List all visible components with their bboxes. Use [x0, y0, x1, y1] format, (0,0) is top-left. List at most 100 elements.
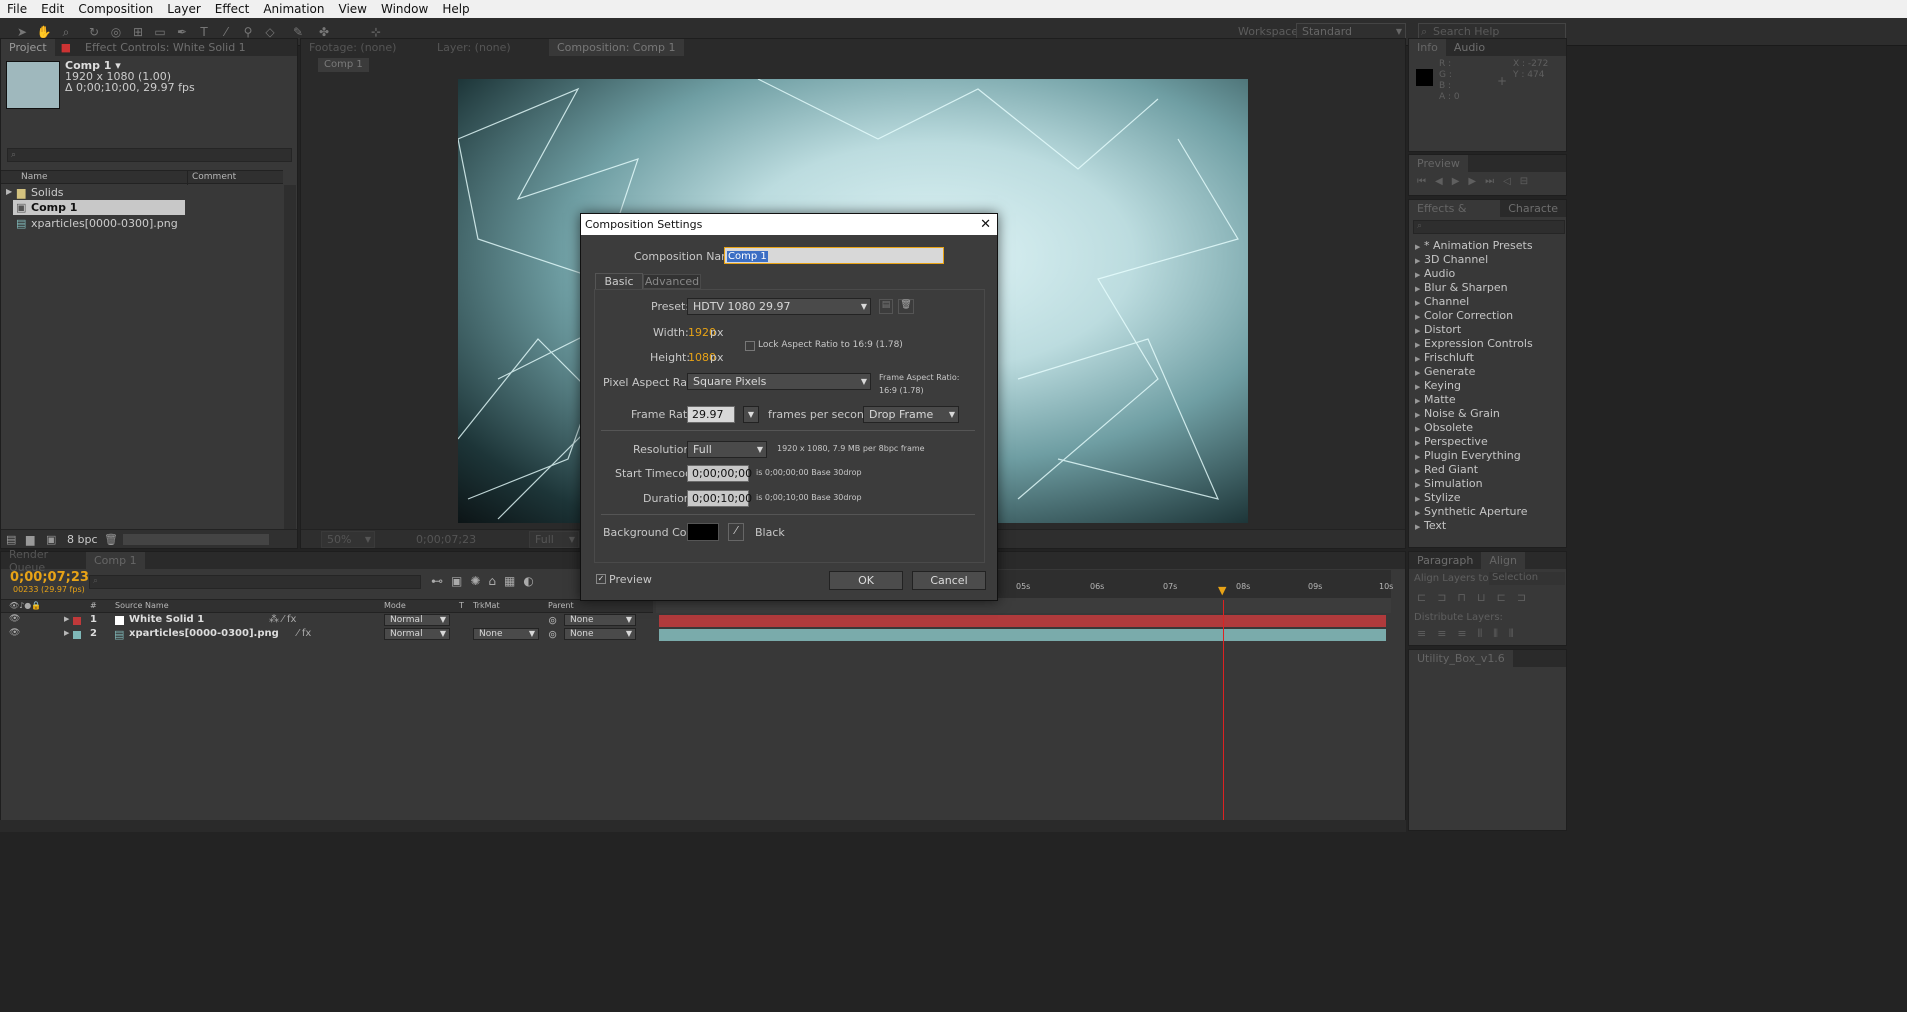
playback-controls[interactable]: ⏮◀▶▶⏭◁⊟	[1417, 176, 1537, 187]
ok-button[interactable]: OK	[829, 571, 903, 590]
pickwhip-icon[interactable]: ⊚	[548, 614, 557, 627]
menu-effect[interactable]: Effect	[208, 2, 257, 16]
menu-layer[interactable]: Layer	[160, 2, 207, 16]
layer-name[interactable]: White Solid 1	[129, 614, 204, 625]
current-timecode[interactable]: 0;00;07;23	[10, 570, 89, 585]
blend-mode-select[interactable]: Normal ▼	[384, 628, 450, 640]
tab-preview[interactable]: Preview	[1409, 155, 1468, 172]
align-to-select[interactable]: Selection	[1489, 572, 1565, 585]
menu-composition[interactable]: Composition	[71, 2, 160, 16]
playhead-icon[interactable]: ▼	[1218, 584, 1226, 597]
col-t[interactable]: T	[459, 601, 464, 610]
zoom-select[interactable]: 50% ▼	[321, 531, 375, 548]
menu-animation[interactable]: Animation	[256, 2, 331, 16]
timeline-search-input[interactable]: ⌕	[89, 575, 421, 589]
save-preset-icon[interactable]: ▤	[879, 299, 893, 314]
start-timecode-input[interactable]: 0;00;00;00	[687, 465, 752, 482]
col-source-name[interactable]: Source Name	[115, 601, 169, 610]
tab-basic[interactable]: Basic	[595, 273, 643, 289]
effect-category[interactable]: ▶ Simulation	[1409, 477, 1566, 491]
layer-switches[interactable]: ⁂ ⁄ fx	[269, 614, 296, 625]
layer-row-2[interactable]: 👁 ▶ 2 ▤ xparticles[0000-0300].png ⁄ fx N…	[1, 628, 653, 642]
close-icon[interactable]: ✕	[980, 214, 991, 235]
effect-category[interactable]: ▶ Red Giant	[1409, 463, 1566, 477]
visibility-icon[interactable]: 👁	[9, 628, 20, 638]
eyedropper-icon[interactable]: ⁄	[728, 523, 744, 541]
frame-rate-dropdown[interactable]: ▼	[743, 406, 759, 423]
tab-effect-controls[interactable]: Effect Controls: White Solid 1	[77, 41, 254, 54]
menu-view[interactable]: View	[332, 2, 374, 16]
effect-category[interactable]: ▶ Matte	[1409, 393, 1566, 407]
tab-character[interactable]: Characte	[1500, 202, 1566, 215]
effect-category[interactable]: ▶ Blur & Sharpen	[1409, 281, 1566, 295]
align-buttons[interactable]: ⊏⊐⊓⊔⊏⊐	[1417, 591, 1537, 604]
col-parent[interactable]: Parent	[548, 601, 574, 610]
drop-frame-select[interactable]: Drop Frame ▼	[863, 406, 959, 423]
parent-select[interactable]: None ▼	[564, 614, 636, 626]
project-search-input[interactable]: ⌕	[7, 148, 292, 162]
project-item-xparticles[interactable]: ▤ xparticles[0000-0300].png	[13, 216, 285, 231]
project-scrollbar[interactable]	[284, 185, 296, 529]
layer-label-color[interactable]	[73, 631, 81, 639]
duration-input[interactable]: 0;00;10;00	[687, 490, 752, 507]
distribute-buttons[interactable]: ≡≡≡⫴⫴⫴	[1417, 627, 1525, 641]
trkmat-select[interactable]: None ▼	[473, 628, 539, 640]
lock-aspect-checkbox[interactable]	[745, 341, 755, 351]
effect-category[interactable]: ▶ Channel	[1409, 295, 1566, 309]
tab-info[interactable]: Info	[1409, 39, 1446, 56]
preset-select[interactable]: HDTV 1080 29.97 ▼	[687, 298, 871, 315]
effect-category[interactable]: ▶ Perspective	[1409, 435, 1566, 449]
bg-color-swatch[interactable]	[687, 523, 719, 541]
par-select[interactable]: Square Pixels ▼	[687, 373, 871, 390]
project-item-solids[interactable]: ▶ ▆ Solids	[1, 185, 283, 200]
parent-select[interactable]: None ▼	[564, 628, 636, 640]
effect-category[interactable]: ▶ Noise & Grain	[1409, 407, 1566, 421]
pickwhip-icon[interactable]: ⊚	[548, 628, 557, 641]
preview-checkbox[interactable]: ✓	[596, 574, 606, 584]
effect-category[interactable]: ▶ * Animation Presets	[1409, 239, 1566, 253]
menu-window[interactable]: Window	[374, 2, 435, 16]
effect-category[interactable]: ▶ Expression Controls	[1409, 337, 1566, 351]
resolution-select[interactable]: Full ▼	[687, 441, 767, 458]
effect-category[interactable]: ▶ Audio	[1409, 267, 1566, 281]
timeline-switches[interactable]: ⊷▣✺⌂▦◐	[431, 574, 542, 588]
interpret-footage-icon[interactable]: ▤	[6, 533, 16, 546]
effect-category[interactable]: ▶ Stylize	[1409, 491, 1566, 505]
effect-category[interactable]: ▶ Generate	[1409, 365, 1566, 379]
resolution-select[interactable]: Full ▼	[529, 531, 579, 548]
tab-project[interactable]: Project	[1, 39, 55, 56]
col-comment[interactable]: Comment	[187, 171, 236, 185]
layer-bar-1[interactable]	[659, 615, 1386, 627]
new-folder-icon[interactable]: ▆	[26, 533, 34, 546]
layer-row-1[interactable]: 👁 ▶ 1 White Solid 1 ⁂ ⁄ fx Normal ▼ ⊚ Non…	[1, 614, 653, 628]
col-number[interactable]: #	[90, 601, 97, 610]
comp-name-input[interactable]: Comp 1	[724, 247, 944, 264]
tab-align[interactable]: Align	[1481, 552, 1525, 569]
tab-utility-box[interactable]: Utility_Box_v1.6	[1409, 650, 1513, 667]
comp-breadcrumb[interactable]: Comp 1	[318, 58, 369, 72]
bpc-toggle[interactable]: 8 bpc	[67, 533, 98, 546]
tab-footage[interactable]: Footage: (none)	[301, 41, 429, 54]
effects-search-input[interactable]: ⌕	[1413, 220, 1565, 234]
effect-category[interactable]: ▶ Plugin Everything	[1409, 449, 1566, 463]
menu-help[interactable]: Help	[435, 2, 476, 16]
effect-category[interactable]: ▶ Frischluft	[1409, 351, 1566, 365]
effect-category[interactable]: ▶ Keying	[1409, 379, 1566, 393]
col-name[interactable]: Name	[21, 172, 48, 182]
project-item-comp1[interactable]: ▣ Comp 1	[13, 200, 185, 215]
tab-paragraph[interactable]: Paragraph	[1409, 554, 1481, 567]
layer-name[interactable]: xparticles[0000-0300].png	[129, 628, 279, 639]
project-hscroll[interactable]	[123, 534, 269, 545]
effect-category[interactable]: ▶ 3D Channel	[1409, 253, 1566, 267]
col-mode[interactable]: Mode	[384, 601, 406, 610]
effect-category[interactable]: ▶ Obsolete	[1409, 421, 1566, 435]
layer-label-color[interactable]	[73, 617, 81, 625]
blend-mode-select[interactable]: Normal ▼	[384, 614, 450, 626]
delete-preset-icon[interactable]: 🗑	[898, 299, 914, 314]
tab-timeline-comp[interactable]: Comp 1	[86, 552, 145, 569]
trash-icon[interactable]: 🗑	[104, 533, 118, 546]
tab-effects-presets[interactable]: Effects & Presets	[1409, 200, 1501, 232]
effect-category[interactable]: ▶ Color Correction	[1409, 309, 1566, 323]
tab-layer[interactable]: Layer: (none)	[429, 41, 549, 54]
tab-composition[interactable]: Composition: Comp 1	[549, 39, 684, 56]
